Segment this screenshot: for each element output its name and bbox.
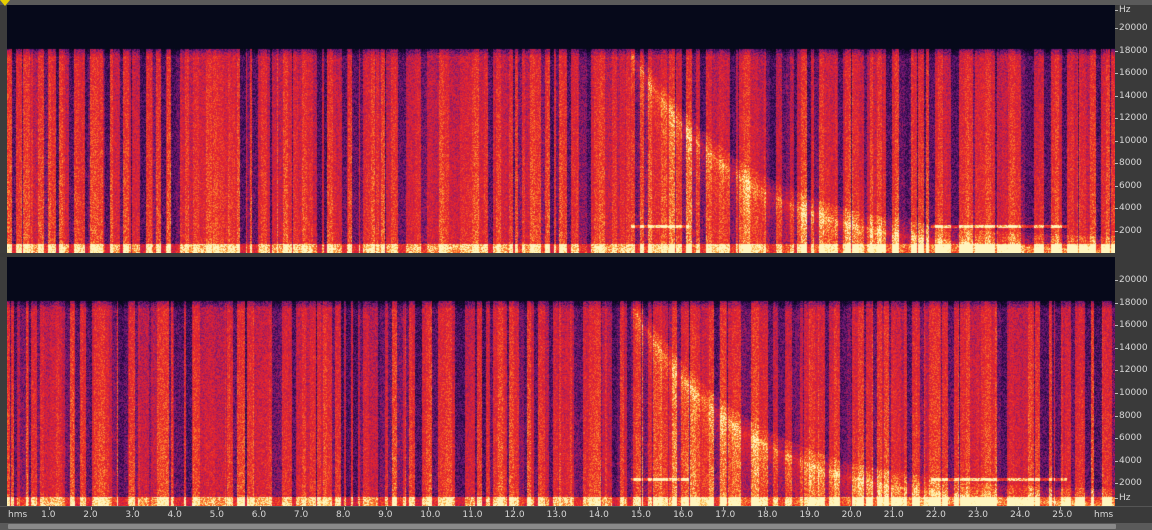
- time-tick-label: 24.0: [1010, 510, 1031, 520]
- time-format-label-end[interactable]: hms: [1094, 510, 1113, 520]
- freq-tick-label: 6000: [1115, 433, 1142, 444]
- time-tick-label: 11.0: [462, 510, 483, 520]
- time-tick-label: 9.0: [378, 510, 393, 520]
- time-tick-mark: [1060, 507, 1062, 510]
- spectrogram-canvas-left[interactable]: [7, 5, 1115, 253]
- time-tick-label: 25.0: [1052, 510, 1073, 520]
- time-tick-label: 14.0: [588, 510, 609, 520]
- freq-tick-label: 8000: [1115, 158, 1142, 169]
- freq-tick-label: 14000: [1115, 90, 1148, 101]
- time-tick-label: 19.0: [799, 510, 820, 520]
- time-tick-label: 4.0: [167, 510, 182, 520]
- time-tick-label: 13.0: [546, 510, 567, 520]
- freq-tick-label: 14000: [1115, 342, 1148, 353]
- time-tick-label: 17.0: [715, 510, 736, 520]
- time-tick-mark: [596, 507, 598, 510]
- spectrogram-channel-left[interactable]: [7, 5, 1115, 253]
- time-tick-label: 15.0: [630, 510, 651, 520]
- freq-tick-label: 20000: [1115, 23, 1148, 34]
- time-tick-mark: [638, 507, 640, 510]
- time-tick-mark: [512, 507, 514, 510]
- time-tick-mark: [1018, 507, 1020, 510]
- freq-tick-label: 4000: [1115, 455, 1142, 466]
- time-tick-mark: [344, 507, 346, 510]
- time-tick-label: 22.0: [925, 510, 946, 520]
- frequency-axis-right: Hz 20000 18000 16000 14000 12000 10000 8000 600…: [1115, 257, 1152, 506]
- freq-unit-label: Hz: [1115, 493, 1131, 503]
- time-tick-mark: [428, 507, 430, 510]
- frequency-axis-left: Hz 20000 18000 16000 14000 12000 10000 8000 600…: [1115, 5, 1152, 253]
- freq-tick-label: 10000: [1115, 388, 1148, 399]
- time-tick-mark: [681, 507, 683, 510]
- time-tick-mark: [301, 507, 303, 510]
- time-tick-mark: [554, 507, 556, 510]
- time-tick-mark: [49, 507, 51, 510]
- time-tick-mark: [765, 507, 767, 510]
- time-tick-label: 16.0: [673, 510, 694, 520]
- time-tick-mark: [133, 507, 135, 510]
- time-tick-label: 1.0: [41, 510, 56, 520]
- freq-unit-label: Hz: [1115, 5, 1131, 15]
- time-tick-label: 7.0: [293, 510, 309, 520]
- freq-tick-label: 6000: [1115, 180, 1142, 191]
- freq-tick-label: 12000: [1115, 365, 1148, 376]
- time-tick-mark: [849, 507, 851, 510]
- time-tick-mark: [259, 507, 261, 510]
- freq-tick-label: 8000: [1115, 410, 1142, 421]
- freq-tick-label: 16000: [1115, 68, 1148, 79]
- time-tick-label: 20.0: [841, 510, 862, 520]
- time-tick-label: 2.0: [83, 510, 98, 520]
- time-tick-mark: [891, 507, 893, 510]
- time-tick-label: 12.0: [504, 510, 525, 520]
- spectrogram-canvas-right[interactable]: [7, 257, 1115, 506]
- freq-tick-label: 2000: [1115, 478, 1142, 489]
- freq-tick-label: 18000: [1115, 297, 1148, 308]
- spectrogram-channel-right[interactable]: [7, 257, 1115, 506]
- time-tick-mark: [933, 507, 935, 510]
- time-tick-label: 23.0: [967, 510, 989, 520]
- time-tick-label: 18.0: [757, 510, 778, 520]
- time-format-label-start[interactable]: hms: [8, 510, 27, 520]
- freq-tick-label: 18000: [1115, 45, 1148, 56]
- time-tick-mark: [386, 507, 388, 510]
- time-ruler[interactable]: hms hms 1.0 2.0 3.0 4.0 5.0 6.0 7.0 8.0 9.0 10.0 1…: [0, 506, 1152, 524]
- time-tick-label: 8.0: [336, 510, 351, 520]
- time-tick-mark: [470, 507, 472, 510]
- time-tick-mark: [217, 507, 219, 510]
- time-tick-label: 21.0: [883, 510, 904, 520]
- time-tick-label: 3.0: [125, 510, 140, 520]
- time-tick-mark: [175, 507, 177, 510]
- time-tick-mark: [975, 507, 977, 510]
- freq-tick-label: 10000: [1115, 135, 1148, 146]
- freq-tick-label: 16000: [1115, 320, 1148, 331]
- horizontal-scrollbar[interactable]: [0, 523, 1152, 530]
- freq-tick-label: 20000: [1115, 275, 1148, 286]
- scrollbar-thumb[interactable]: [8, 524, 1116, 529]
- freq-tick-label: 4000: [1115, 203, 1142, 213]
- freq-tick-label: 12000: [1115, 113, 1148, 124]
- time-tick-label: 10.0: [420, 510, 441, 520]
- time-tick-mark: [807, 507, 809, 510]
- time-tick-label: 6.0: [251, 510, 267, 520]
- freq-tick-label: 2000: [1115, 225, 1142, 236]
- time-tick-mark: [723, 507, 725, 510]
- time-tick-label: 5.0: [209, 510, 224, 520]
- time-tick-mark: [91, 507, 93, 510]
